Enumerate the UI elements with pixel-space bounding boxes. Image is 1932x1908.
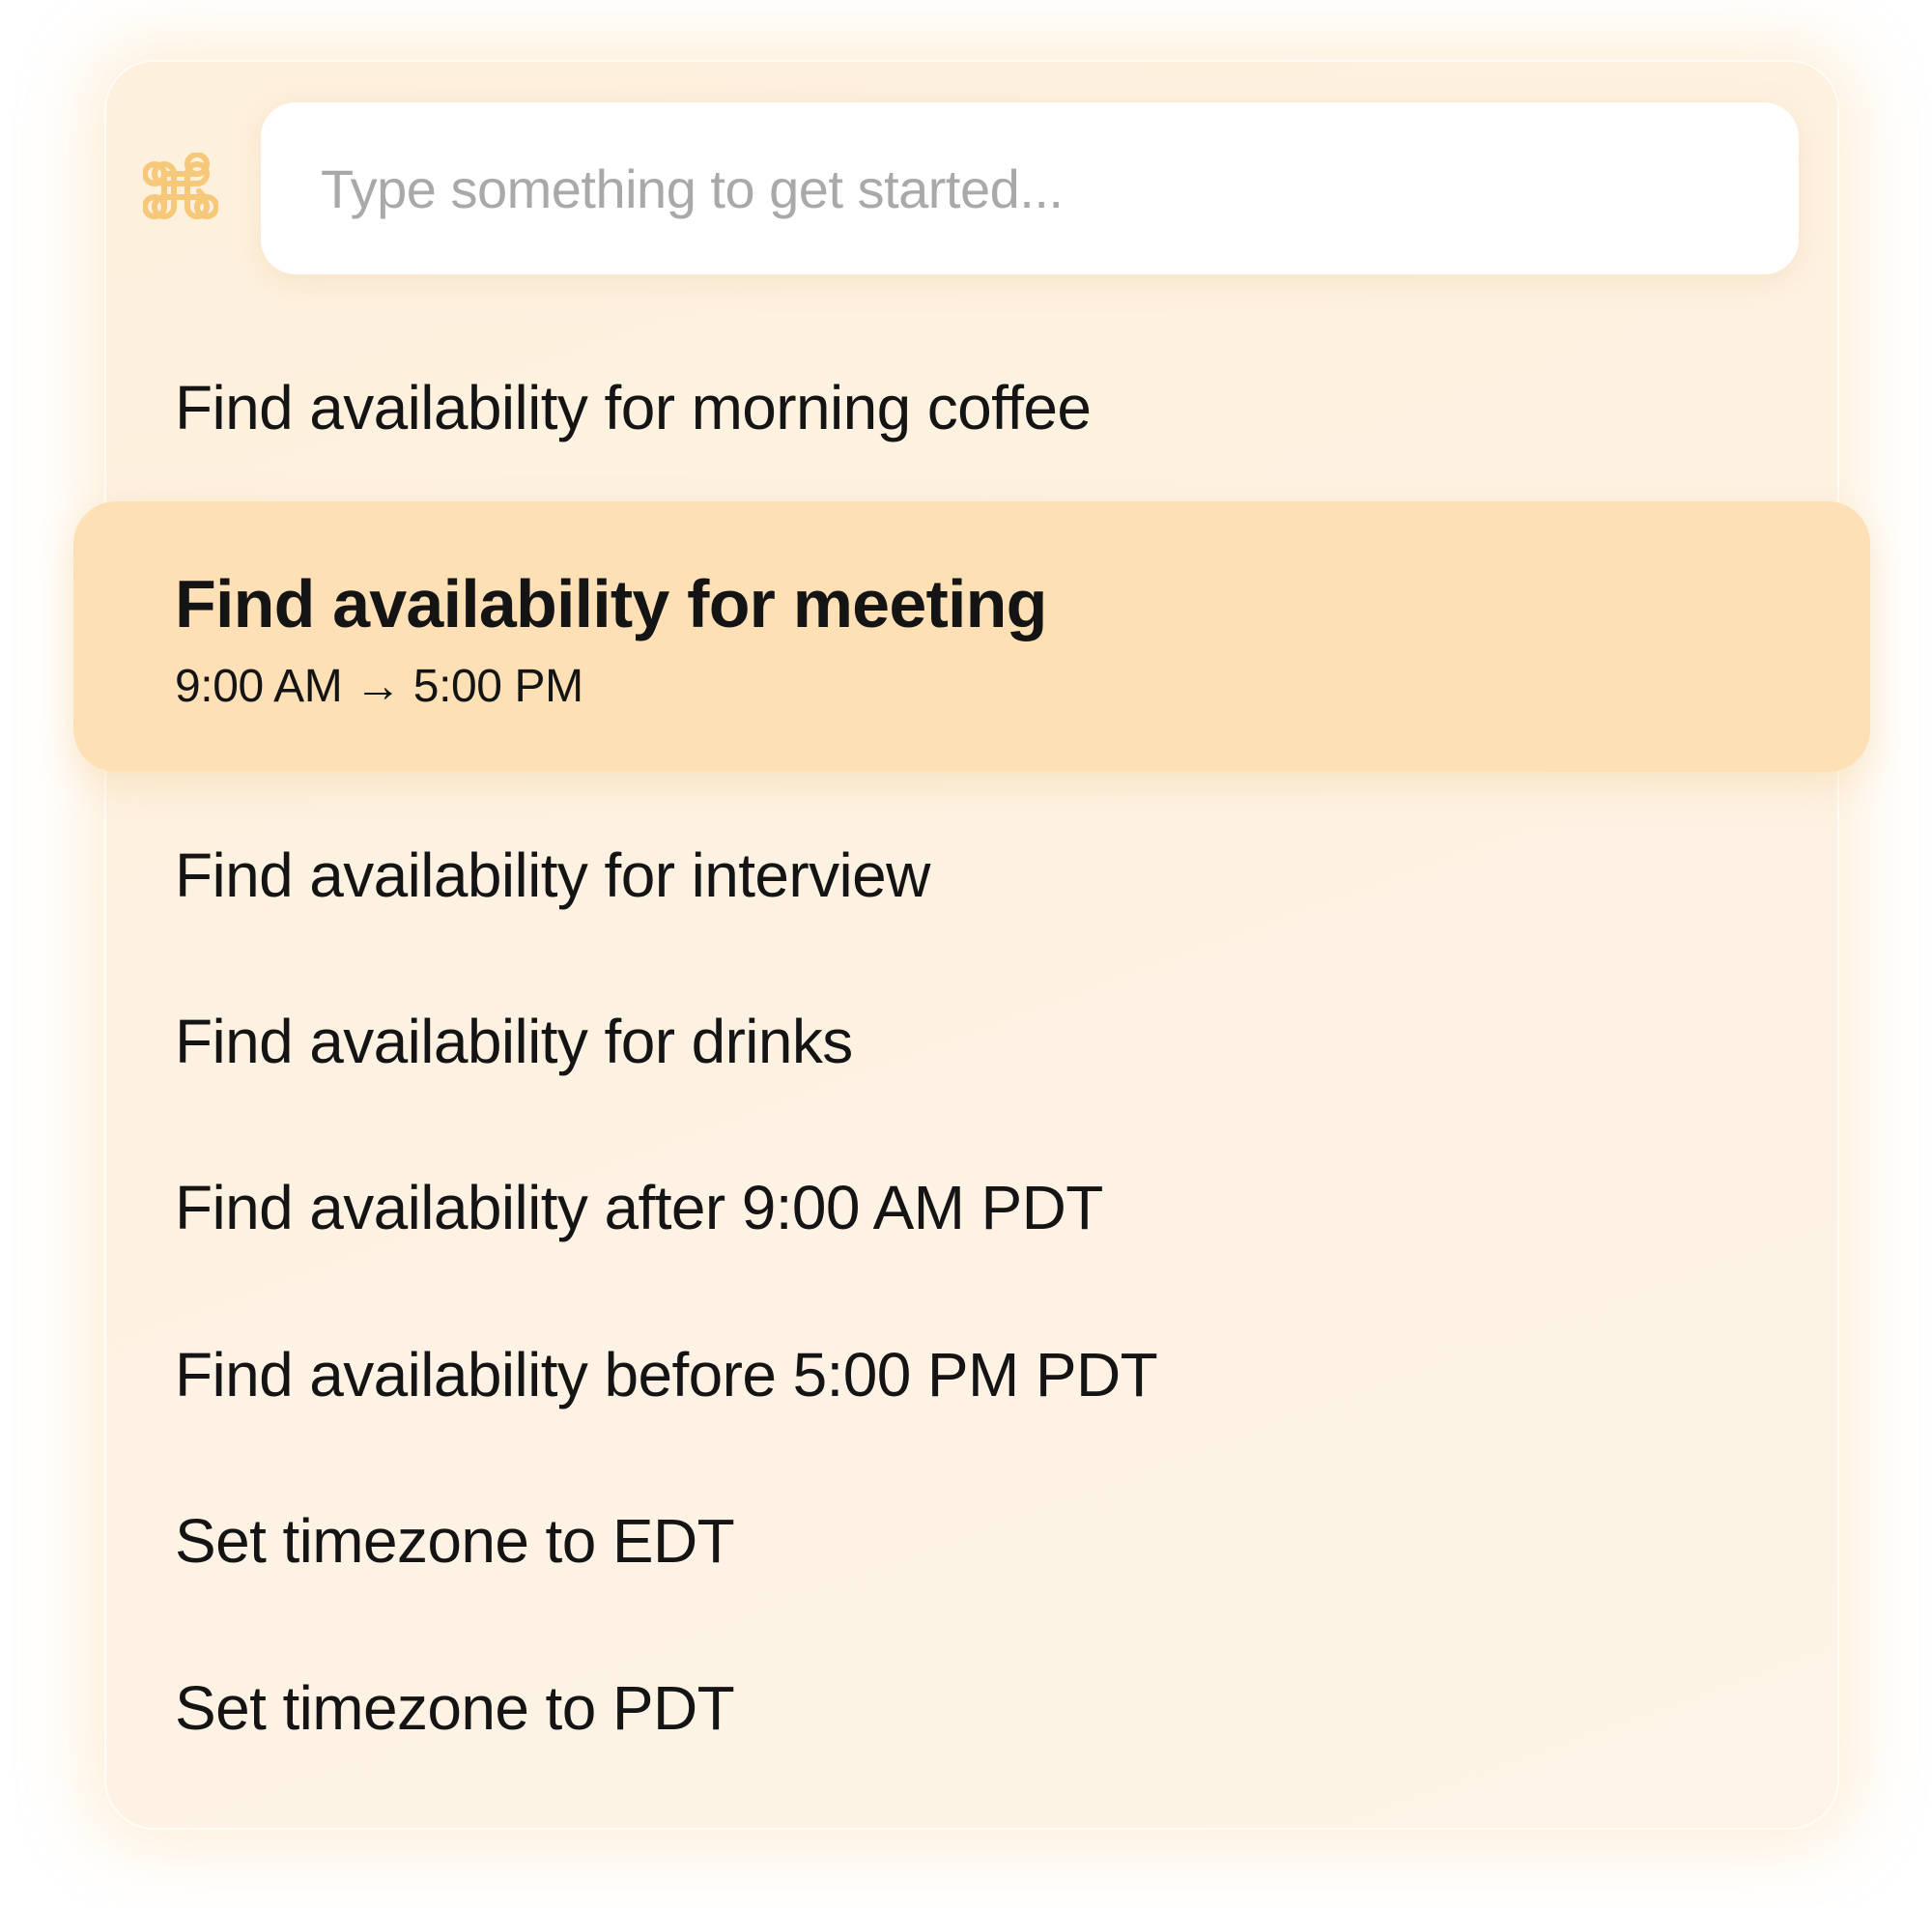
command-item-label: Find availability for drinks [175, 1007, 853, 1076]
search-input[interactable] [261, 102, 1799, 274]
search-box [261, 102, 1799, 274]
command-item-before-5pm[interactable]: Find availability before 5:00 PM PDT [104, 1344, 1839, 1406]
command-item-interview[interactable]: Find availability for interview [104, 844, 1839, 906]
command-item-label: Find availability before 5:00 PM PDT [175, 1340, 1158, 1410]
command-item-label: Find availability for interview [175, 840, 930, 910]
command-item-drinks[interactable]: Find availability for drinks [104, 1011, 1839, 1072]
command-item-meeting[interactable]: Find availability for meeting 9:00 AM → … [73, 501, 1870, 772]
command-item-after-9am[interactable]: Find availability after 9:00 AM PDT [104, 1177, 1839, 1239]
command-item-label: Find availability after 9:00 AM PDT [175, 1173, 1103, 1242]
command-item-detail: 9:00 AM → 5:00 PM [175, 661, 583, 712]
command-item-label: Set timezone to EDT [175, 1506, 735, 1576]
command-icon [143, 153, 218, 219]
command-item-timezone-pdt[interactable]: Set timezone to PDT [104, 1677, 1839, 1739]
command-item-morning-coffee[interactable]: Find availability for morning coffee [104, 377, 1839, 439]
command-item-label: Find availability for morning coffee [175, 373, 1092, 442]
command-item-label: Set timezone to PDT [175, 1673, 735, 1743]
command-item-timezone-edt[interactable]: Set timezone to EDT [104, 1510, 1839, 1572]
command-item-title: Find availability for meeting [175, 566, 1047, 641]
command-palette-stage: Find availability for morning coffee Fin… [0, 0, 1932, 1908]
